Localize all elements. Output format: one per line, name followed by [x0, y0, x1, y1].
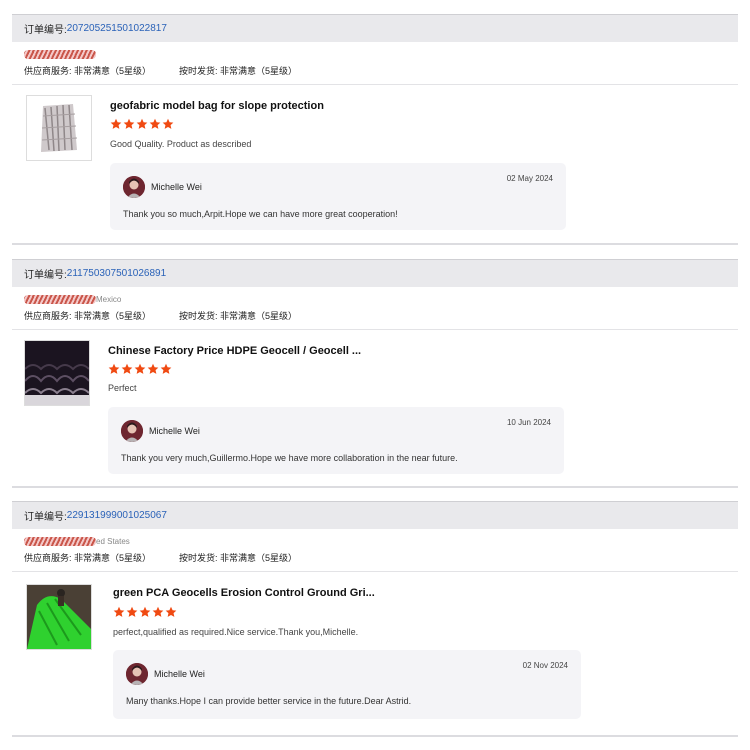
redacted-buyer-name [24, 536, 96, 546]
review-text: perfect,qualified as required.Nice servi… [113, 627, 359, 637]
star-icon [108, 363, 120, 374]
buyer-name-row: Mexico [24, 293, 738, 305]
product-title[interactable]: Chinese Factory Price HDPE Geocell / Geo… [108, 345, 361, 357]
order-divider [12, 735, 738, 737]
reply-date: 02 Nov 2024 [522, 661, 568, 670]
star-icon [149, 118, 161, 129]
supplier-service-rating: 供应商服务: 非常满意（5星级） [24, 553, 152, 563]
supplier-service-rating: 供应商服务: 非常满意（5星级） [24, 311, 152, 321]
order-card: 订单编号: 229131999001025067 ed States 供应商服务… [12, 501, 738, 730]
star-icon [152, 606, 164, 617]
reply-text: Thank you very much,Guillermo.Hope we ha… [121, 453, 458, 463]
avatar-icon [121, 420, 143, 442]
reply-date: 10 Jun 2024 [506, 418, 551, 427]
star-rating [108, 363, 172, 375]
buyer-name-row [24, 48, 738, 60]
product-thumbnail[interactable] [24, 340, 90, 406]
seller-name: Michelle Wei [149, 426, 200, 436]
ratings-row: 供应商服务: 非常满意（5星级） 按时发货: 非常满意（5星级） [24, 309, 738, 322]
star-icon [160, 363, 172, 374]
supplier-service-rating: 供应商服务: 非常满意（5星级） [24, 66, 152, 76]
redacted-buyer-name [24, 294, 96, 304]
buyer-info: ed States 供应商服务: 非常满意（5星级） 按时发货: 非常满意（5星… [12, 529, 738, 572]
seller-reply: Michelle Wei 02 May 2024 Thank you so mu… [110, 163, 566, 230]
order-header: 订单编号: 229131999001025067 [12, 501, 738, 529]
star-icon [121, 363, 133, 374]
product-thumbnail[interactable] [26, 584, 92, 650]
shipping-rating: 按时发货: 非常满意（5星级） [179, 553, 298, 563]
order-number-link[interactable]: 207205251501022817 [67, 23, 167, 34]
geofabric-bag-image [27, 96, 91, 160]
star-icon [162, 118, 174, 129]
order-label: 订单编号: [24, 512, 67, 523]
product-review: geofabric model bag for slope protection… [12, 85, 738, 243]
ratings-row: 供应商服务: 非常满意（5星级） 按时发货: 非常满意（5星级） [24, 551, 738, 564]
green-geocell-image [27, 585, 91, 649]
review-text: Perfect [108, 383, 137, 393]
order-number-link[interactable]: 211750307501026891 [67, 268, 166, 279]
order-header: 订单编号: 207205251501022817 [12, 14, 738, 42]
seller-avatar [121, 420, 143, 442]
product-title[interactable]: green PCA Geocells Erosion Control Groun… [113, 587, 375, 599]
star-icon [126, 606, 138, 617]
star-icon [113, 606, 125, 617]
seller-reply: Michelle Wei 10 Jun 2024 Thank you very … [108, 407, 564, 474]
order-number-link[interactable]: 229131999001025067 [67, 510, 167, 521]
geocell-image [25, 341, 89, 405]
seller-reply: Michelle Wei 02 Nov 2024 Many thanks.Hop… [113, 650, 581, 719]
buyer-country: ed States [96, 536, 130, 546]
product-thumbnail[interactable] [26, 95, 92, 161]
order-label: 订单编号: [24, 270, 67, 281]
star-icon [110, 118, 122, 129]
star-rating [110, 118, 174, 130]
buyer-country: Mexico [96, 294, 122, 304]
buyer-info: 供应商服务: 非常满意（5星级） 按时发货: 非常满意（5星级） [12, 42, 738, 85]
star-icon [139, 606, 151, 617]
reply-text: Many thanks.Hope I can provide better se… [126, 696, 412, 706]
buyer-info: Mexico 供应商服务: 非常满意（5星级） 按时发货: 非常满意（5星级） [12, 287, 738, 330]
avatar-icon [126, 663, 148, 685]
star-rating [113, 606, 177, 618]
star-icon [134, 363, 146, 374]
order-divider [12, 243, 738, 245]
order-card: 订单编号: 211750307501026891 Mexico 供应商服务: 非… [12, 259, 738, 488]
order-label: 订单编号: [24, 25, 67, 36]
star-icon [147, 363, 159, 374]
seller-avatar [123, 176, 145, 198]
star-icon [165, 606, 177, 617]
product-review: Chinese Factory Price HDPE Geocell / Geo… [12, 330, 738, 488]
seller-name: Michelle Wei [151, 182, 202, 192]
reply-date: 02 May 2024 [506, 174, 553, 183]
seller-avatar [126, 663, 148, 685]
product-review: green PCA Geocells Erosion Control Groun… [12, 572, 738, 730]
shipping-rating: 按时发货: 非常满意（5星级） [179, 311, 298, 321]
review-text: Good Quality. Product as described [110, 139, 252, 149]
star-icon [123, 118, 135, 129]
redacted-buyer-name [24, 49, 96, 59]
order-divider [12, 486, 738, 488]
buyer-name-row: ed States [24, 535, 738, 547]
reply-text: Thank you so much,Arpit.Hope we can have… [123, 209, 398, 219]
product-title[interactable]: geofabric model bag for slope protection [110, 100, 324, 112]
avatar-icon [123, 176, 145, 198]
seller-name: Michelle Wei [154, 669, 205, 679]
order-card: 订单编号: 207205251501022817 供应商服务: 非常满意（5星级… [12, 14, 738, 243]
ratings-row: 供应商服务: 非常满意（5星级） 按时发货: 非常满意（5星级） [24, 64, 738, 77]
star-icon [136, 118, 148, 129]
shipping-rating: 按时发货: 非常满意（5星级） [179, 66, 298, 76]
order-header: 订单编号: 211750307501026891 [12, 259, 738, 287]
